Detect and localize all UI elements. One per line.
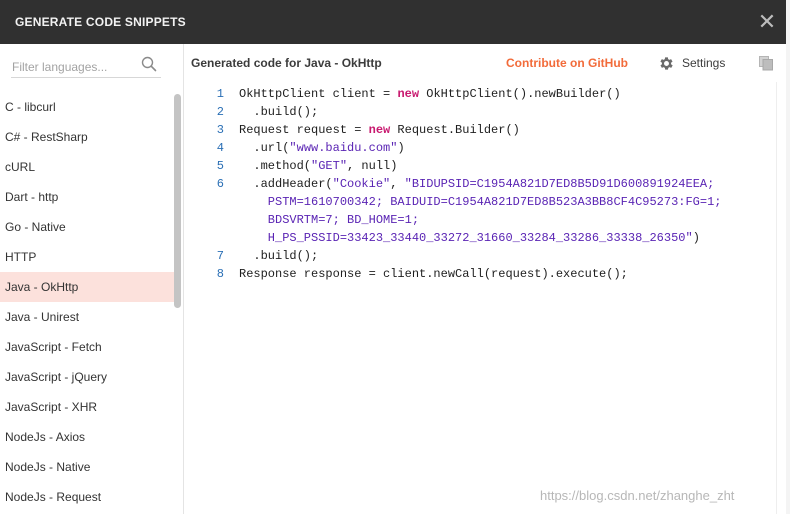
close-icon[interactable]: ✕ xyxy=(754,9,780,35)
code-line: Request request = new Request.Builder() xyxy=(239,121,721,139)
line-number xyxy=(184,193,224,211)
line-number-gutter: 1 2 3 4 5 6 7 8 xyxy=(184,85,224,283)
line-number: 3 xyxy=(216,123,224,137)
string-token: "Cookie" xyxy=(332,177,391,191)
language-item[interactable]: HTTP xyxy=(0,242,174,272)
language-item[interactable]: JavaScript - XHR xyxy=(0,392,174,422)
code-lines: OkHttpClient client = new OkHttpClient()… xyxy=(239,85,721,283)
string-token: H_PS_PSSID=33423_33440_33272_31660_33284… xyxy=(239,231,693,245)
code-line-wrapped: H_PS_PSSID=33423_33440_33272_31660_33284… xyxy=(239,229,721,247)
language-list: C - libcurl C# - RestSharp cURL Dart - h… xyxy=(0,92,174,512)
code-line: .build(); xyxy=(239,105,319,119)
line-number xyxy=(184,211,224,229)
code-token: ) xyxy=(692,231,700,245)
code-token: , xyxy=(390,177,405,191)
code-line: .url("www.baidu.com") xyxy=(239,139,721,157)
language-item[interactable]: NodeJs - Native xyxy=(0,452,174,482)
language-item[interactable]: C# - RestSharp xyxy=(0,122,174,152)
language-item[interactable]: NodeJs - Axios xyxy=(0,422,174,452)
line-number: 7 xyxy=(216,249,224,263)
code-token: OkHttpClient().newBuilder() xyxy=(419,87,621,101)
language-item[interactable]: C - libcurl xyxy=(0,92,174,122)
code-panel: Generated code for Java - OkHttp Contrib… xyxy=(184,44,790,514)
language-item[interactable]: JavaScript - jQuery xyxy=(0,362,174,392)
search-icon[interactable] xyxy=(141,56,157,72)
line-number xyxy=(184,229,224,247)
generated-code-title: Generated code for Java - OkHttp xyxy=(191,56,382,70)
modal-header: GENERATE CODE SNIPPETS ✕ xyxy=(0,0,790,44)
string-token: "GET" xyxy=(311,159,348,173)
modal-title: GENERATE CODE SNIPPETS xyxy=(15,15,186,29)
string-token: "BIDUPSID=C1954A821D7ED8B5D91D600891924E… xyxy=(404,177,715,191)
line-number: 6 xyxy=(216,177,224,191)
code-line: .addHeader("Cookie", "BIDUPSID=C1954A821… xyxy=(239,175,721,193)
code-token: ) xyxy=(397,141,405,155)
line-number: 4 xyxy=(216,141,224,155)
language-sidebar: C - libcurl C# - RestSharp cURL Dart - h… xyxy=(0,44,184,514)
code-token: , null) xyxy=(347,159,398,173)
code-token: Request.Builder() xyxy=(390,123,520,137)
code-line-wrapped: BDSVRTM=7; BD_HOME=1; xyxy=(239,213,420,227)
settings-label: Settings xyxy=(682,56,726,70)
gear-icon xyxy=(660,57,673,70)
code-line: .method("GET", null) xyxy=(239,157,721,175)
language-item[interactable]: Dart - http xyxy=(0,182,174,212)
language-item[interactable]: JavaScript - Fetch xyxy=(0,332,174,362)
code-token: .url( xyxy=(239,141,290,155)
code-editor[interactable]: 1 2 3 4 5 6 7 8 OkHttpClient client = ne… xyxy=(184,82,776,514)
line-number: 5 xyxy=(216,159,224,173)
language-item[interactable]: cURL xyxy=(0,152,174,182)
filter-languages-input[interactable] xyxy=(12,58,132,76)
copy-icon[interactable] xyxy=(758,55,774,71)
code-token: .method( xyxy=(239,159,312,173)
code-line: .build(); xyxy=(239,249,319,263)
code-token: Request request = xyxy=(239,123,369,137)
keyword-token: new xyxy=(368,123,391,137)
line-number: 1 xyxy=(216,87,224,101)
watermark-text: https://blog.csdn.net/zhanghe_zht xyxy=(540,488,735,503)
filter-box xyxy=(11,54,161,78)
sidebar-scrollbar[interactable] xyxy=(174,94,181,308)
code-snippet-modal: GENERATE CODE SNIPPETS ✕ C - libcurl C# … xyxy=(0,0,790,514)
window-edge xyxy=(786,0,790,514)
line-number: 2 xyxy=(216,105,224,119)
line-number: 8 xyxy=(216,267,224,281)
code-line-wrapped: PSTM=1610700342; BAIDUID=C1954A821D7ED8B… xyxy=(239,195,722,209)
code-line: Response response = client.newCall(reque… xyxy=(239,267,628,281)
code-token: .addHeader( xyxy=(239,177,333,191)
string-token: "www.baidu.com" xyxy=(289,141,398,155)
language-item-selected[interactable]: Java - OkHttp xyxy=(0,272,174,302)
code-token: OkHttpClient client = xyxy=(239,87,398,101)
contribute-on-github-link[interactable]: Contribute on GitHub xyxy=(506,56,628,70)
keyword-token: new xyxy=(397,87,420,101)
code-line: OkHttpClient client = new OkHttpClient()… xyxy=(239,85,721,103)
language-item[interactable]: Go - Native xyxy=(0,212,174,242)
language-item[interactable]: Java - Unirest xyxy=(0,302,174,332)
language-item[interactable]: NodeJs - Request xyxy=(0,482,174,512)
code-panel-header: Generated code for Java - OkHttp Contrib… xyxy=(184,44,790,82)
